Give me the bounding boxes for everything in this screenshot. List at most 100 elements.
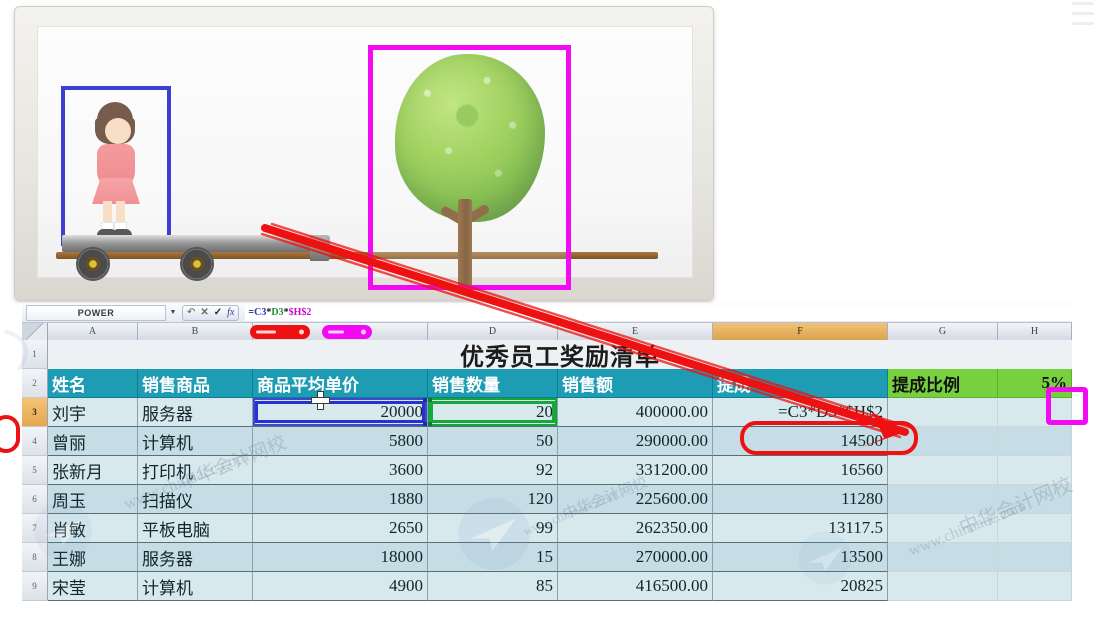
row-header-4[interactable]: 4 xyxy=(22,427,48,456)
cell-text: =C3*D3*$H$2 xyxy=(778,402,883,421)
cell-A5[interactable]: 张新月 xyxy=(48,456,138,485)
cell-F9[interactable]: 20825 xyxy=(713,572,888,601)
column-header-h[interactable]: H xyxy=(998,323,1072,340)
cell-E2[interactable]: 销售额 xyxy=(558,369,713,398)
cell-G6[interactable] xyxy=(888,485,998,514)
cell-H6[interactable] xyxy=(998,485,1072,514)
cell-text: 225600.00 xyxy=(635,489,708,508)
undo-icon[interactable]: ↶ xyxy=(187,307,195,318)
cell-F5[interactable]: 16560 xyxy=(713,456,888,485)
cell-E8[interactable]: 270000.00 xyxy=(558,543,713,572)
cell-H8[interactable] xyxy=(998,543,1072,572)
cell-E6[interactable]: 225600.00 xyxy=(558,485,713,514)
column-header-b[interactable]: B xyxy=(138,323,253,340)
column-header-a[interactable]: A xyxy=(48,323,138,340)
row-header-1[interactable]: 1 xyxy=(22,340,48,369)
cell-C4[interactable]: 5800 xyxy=(253,427,428,456)
column-header-g[interactable]: G xyxy=(888,323,998,340)
cell-D8[interactable]: 15 xyxy=(428,543,558,572)
cell-E5[interactable]: 331200.00 xyxy=(558,456,713,485)
cell-D6[interactable]: 120 xyxy=(428,485,558,514)
cell-F6[interactable]: 11280 xyxy=(713,485,888,514)
cell-B8[interactable]: 服务器 xyxy=(138,543,253,572)
cell-E9[interactable]: 416500.00 xyxy=(558,572,713,601)
cell-C3[interactable]: 20000 xyxy=(253,398,428,427)
row-header-7[interactable]: 7 xyxy=(22,514,48,543)
cell-A9[interactable]: 宋莹 xyxy=(48,572,138,601)
cell-G8[interactable] xyxy=(888,543,998,572)
cell-text: 曾丽 xyxy=(52,433,86,453)
cell-D7[interactable]: 99 xyxy=(428,514,558,543)
cell-G7[interactable] xyxy=(888,514,998,543)
cell-H5[interactable] xyxy=(998,456,1072,485)
cell-C8[interactable]: 18000 xyxy=(253,543,428,572)
insert-function-icon[interactable]: fx xyxy=(227,307,234,318)
cell-G4[interactable] xyxy=(888,427,998,456)
cell-F8[interactable]: 13500 xyxy=(713,543,888,572)
cell-C7[interactable]: 2650 xyxy=(253,514,428,543)
table-row: 4 曾丽 计算机 5800 50 290000.00 14500 xyxy=(22,427,1072,456)
cell-A6[interactable]: 周玉 xyxy=(48,485,138,514)
sheet-title[interactable]: 优秀员工奖励清单 xyxy=(48,340,1072,369)
cell-A2[interactable]: 姓名 xyxy=(48,369,138,398)
cell-G9[interactable] xyxy=(888,572,998,601)
cell-G5[interactable] xyxy=(888,456,998,485)
cell-text: 销售数量 xyxy=(432,375,500,395)
column-header-d[interactable]: D xyxy=(428,323,558,340)
table-row: 3 刘宇 服务器 20000 20 400000.00 =C3*D3*$H$2 xyxy=(22,398,1072,427)
cell-C6[interactable]: 1880 xyxy=(253,485,428,514)
row-header-5[interactable]: 5 xyxy=(22,456,48,485)
cell-D2[interactable]: 销售数量 xyxy=(428,369,558,398)
cell-F2[interactable]: 提成 xyxy=(713,369,888,398)
cell-B9[interactable]: 计算机 xyxy=(138,572,253,601)
row-header-3[interactable]: 3 xyxy=(22,398,48,427)
cell-C2[interactable]: 商品平均单价 xyxy=(253,369,428,398)
cell-E4[interactable]: 290000.00 xyxy=(558,427,713,456)
cell-F3[interactable]: =C3*D3*$H$2 xyxy=(713,398,888,427)
cell-D3[interactable]: 20 xyxy=(428,398,558,427)
cell-H9[interactable] xyxy=(998,572,1072,601)
column-header-c[interactable]: C xyxy=(253,323,428,340)
cell-F7[interactable]: 13117.5 xyxy=(713,514,888,543)
formula-input[interactable]: = C3 * D3 * $H$2 xyxy=(245,304,1072,321)
cell-E3[interactable]: 400000.00 xyxy=(558,398,713,427)
row-header-2[interactable]: 2 xyxy=(22,369,48,398)
cell-C9[interactable]: 4900 xyxy=(253,572,428,601)
cell-A7[interactable]: 肖敏 xyxy=(48,514,138,543)
cell-text: 王娜 xyxy=(52,549,86,569)
table-row: 6 周玉 扫描仪 1880 120 225600.00 11280 xyxy=(22,485,1072,514)
cell-B5[interactable]: 打印机 xyxy=(138,456,253,485)
row-header-9[interactable]: 9 xyxy=(22,572,48,601)
cell-B2[interactable]: 销售商品 xyxy=(138,369,253,398)
row-header-6[interactable]: 6 xyxy=(22,485,48,514)
name-box[interactable]: POWER xyxy=(26,304,166,321)
cancel-icon[interactable]: ✕ xyxy=(200,307,208,318)
column-header-f[interactable]: F xyxy=(713,323,888,340)
cell-H7[interactable] xyxy=(998,514,1072,543)
cell-A4[interactable]: 曾丽 xyxy=(48,427,138,456)
cell-H2[interactable]: 5% xyxy=(998,369,1072,398)
name-box-dropdown-icon[interactable]: ▼ xyxy=(166,305,180,321)
row-header-8[interactable]: 8 xyxy=(22,543,48,572)
cell-G3[interactable] xyxy=(888,398,998,427)
column-header-e[interactable]: E xyxy=(558,323,713,340)
cell-B3[interactable]: 服务器 xyxy=(138,398,253,427)
cell-B4[interactable]: 计算机 xyxy=(138,427,253,456)
cell-D9[interactable]: 85 xyxy=(428,572,558,601)
cell-B7[interactable]: 平板电脑 xyxy=(138,514,253,543)
cell-D4[interactable]: 50 xyxy=(428,427,558,456)
cell-C5[interactable]: 3600 xyxy=(253,456,428,485)
enter-icon[interactable]: ✓ xyxy=(214,307,222,318)
cell-D5[interactable]: 92 xyxy=(428,456,558,485)
cell-F4[interactable]: 14500 xyxy=(713,427,888,456)
cell-E7[interactable]: 262350.00 xyxy=(558,514,713,543)
cell-text: 290000.00 xyxy=(635,431,708,450)
table-row: 9 宋莹 计算机 4900 85 416500.00 20825 xyxy=(22,572,1072,601)
cell-G2[interactable]: 提成比例 xyxy=(888,369,998,398)
cell-H4[interactable] xyxy=(998,427,1072,456)
select-all-corner-button[interactable] xyxy=(22,323,48,340)
cell-B6[interactable]: 扫描仪 xyxy=(138,485,253,514)
cell-H3[interactable] xyxy=(998,398,1072,427)
cell-A8[interactable]: 王娜 xyxy=(48,543,138,572)
cell-A3[interactable]: 刘宇 xyxy=(48,398,138,427)
